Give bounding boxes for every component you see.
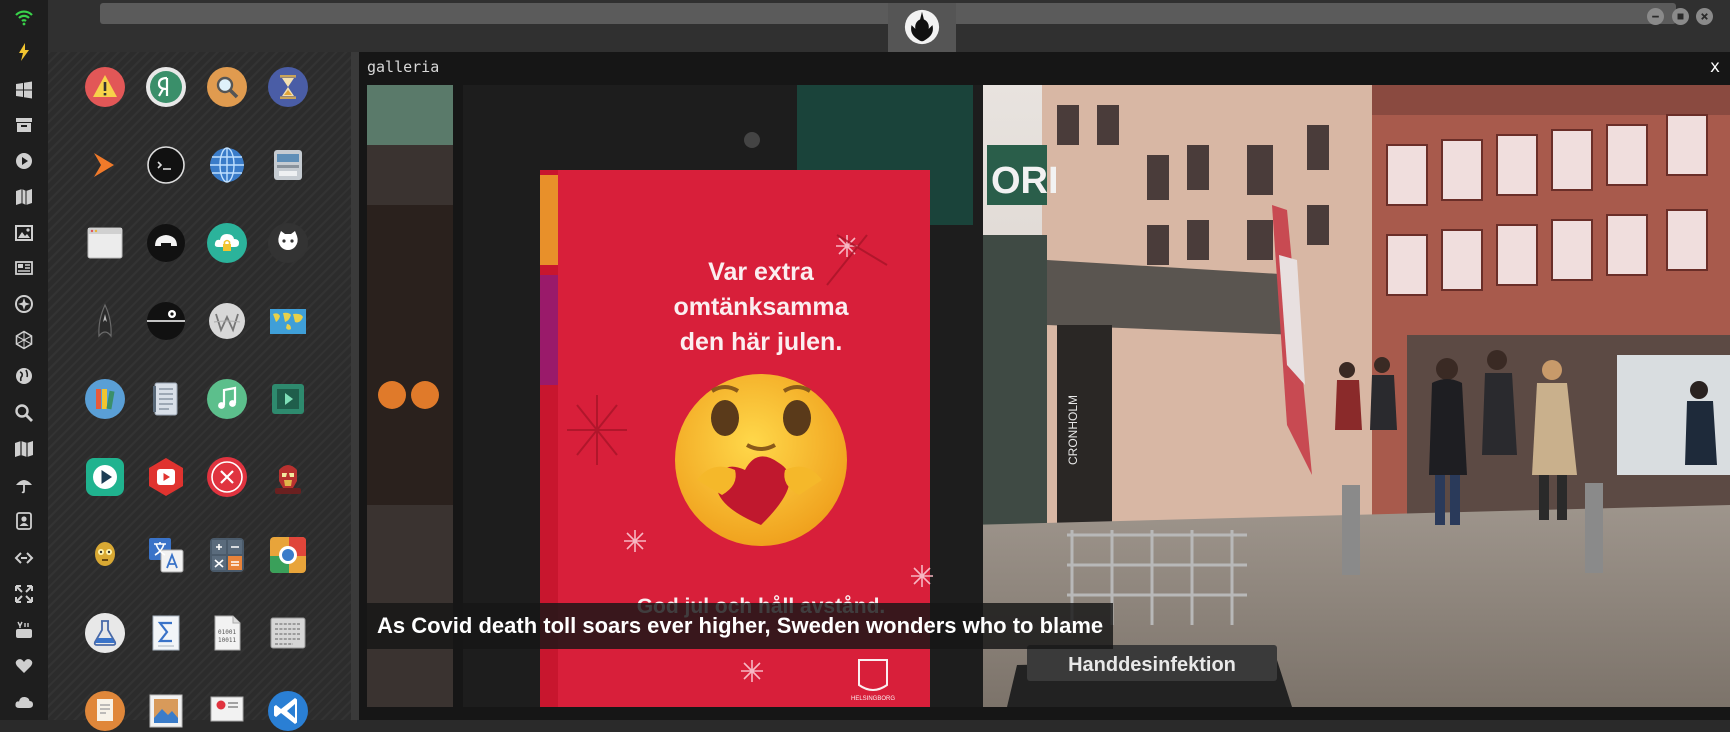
launcher-scroll-edge[interactable] <box>351 52 359 720</box>
hexagon-icon[interactable] <box>12 328 36 352</box>
c3po-icon[interactable] <box>84 534 126 576</box>
svg-text:10011: 10011 <box>218 637 236 644</box>
archive-icon[interactable] <box>12 113 36 137</box>
wikipedia-icon[interactable] <box>206 300 248 342</box>
maximize-button[interactable] <box>1672 8 1689 25</box>
umbrella-icon[interactable] <box>12 473 36 497</box>
document-icon[interactable] <box>84 690 126 732</box>
svg-text:ORI: ORI <box>991 160 1059 202</box>
keyboard-icon[interactable] <box>267 612 309 654</box>
sigma-icon[interactable] <box>145 612 187 654</box>
binary-file-icon[interactable]: 01001 10011 <box>206 612 248 654</box>
code-icon[interactable] <box>12 546 36 570</box>
terminal-icon[interactable] <box>145 144 187 186</box>
yandex-icon[interactable] <box>145 66 187 108</box>
hourglass-icon[interactable] <box>267 66 309 108</box>
books-icon[interactable] <box>84 378 126 420</box>
helmet-icon[interactable] <box>145 222 187 264</box>
vscode-icon[interactable] <box>267 690 309 732</box>
chrome-icon[interactable] <box>267 534 309 576</box>
search-icon[interactable] <box>12 401 36 425</box>
logo-tab[interactable] <box>888 3 956 52</box>
picture-icon[interactable] <box>145 690 187 732</box>
lightning-icon[interactable] <box>12 40 36 64</box>
banner-text: Handdesinfektion <box>1068 654 1236 676</box>
translate-icon[interactable] <box>145 534 187 576</box>
gallery-window: galleria x ORI CRONHOLM Handdesinfektion… <box>359 52 1730 720</box>
cloud-lock-icon[interactable] <box>206 222 248 264</box>
image-icon[interactable] <box>12 221 36 245</box>
iron-man-icon[interactable] <box>267 456 309 498</box>
store-sign: CRONHOLM <box>1066 395 1080 465</box>
flask-icon[interactable] <box>84 612 126 654</box>
top-bar <box>48 0 1730 52</box>
video-icon[interactable] <box>267 378 309 420</box>
windows-icon[interactable] <box>12 78 36 102</box>
world-map-icon[interactable] <box>267 300 309 342</box>
warning-icon[interactable] <box>84 66 126 108</box>
close-button[interactable] <box>1696 8 1713 25</box>
heart-icon[interactable] <box>12 654 36 678</box>
contacts-icon[interactable] <box>12 509 36 533</box>
svg-text:01001: 01001 <box>218 629 236 636</box>
news-icon[interactable] <box>12 256 36 280</box>
play-icon[interactable] <box>12 149 36 173</box>
starfleet-icon[interactable] <box>84 300 126 342</box>
gallery-close-button[interactable]: x <box>1706 54 1724 80</box>
presentation-icon[interactable] <box>206 690 248 732</box>
notebook-icon[interactable] <box>145 378 187 420</box>
globe-icon[interactable] <box>12 364 36 388</box>
window-icon[interactable] <box>84 222 126 264</box>
github-icon[interactable] <box>267 222 309 264</box>
photo-caption: As Covid death toll soars ever higher, S… <box>367 603 1114 649</box>
gallery-title: galleria <box>367 58 440 76</box>
rebel-alliance-icon <box>904 9 940 45</box>
player-icon[interactable] <box>84 456 126 498</box>
wifi-icon[interactable] <box>12 5 36 29</box>
death-star-icon[interactable] <box>145 300 187 342</box>
music-icon[interactable] <box>206 378 248 420</box>
poster-line-2: omtänksamma <box>673 293 849 321</box>
map-book-icon[interactable] <box>12 185 36 209</box>
map-icon[interactable] <box>12 437 36 461</box>
close-circle-icon[interactable] <box>206 456 248 498</box>
magnifier-icon[interactable] <box>206 66 248 108</box>
cloud-icon[interactable] <box>12 690 36 714</box>
poster-line-3: den här julen. <box>680 328 843 356</box>
youtube-app-icon[interactable] <box>145 456 187 498</box>
globe-app-icon[interactable] <box>206 144 248 186</box>
scanner-icon[interactable] <box>267 144 309 186</box>
minimize-button[interactable] <box>1647 8 1664 25</box>
poster-logo-text: HELSINGBORG <box>851 696 895 702</box>
poster-line-1: Var extra <box>708 258 815 286</box>
arrow-right-icon[interactable] <box>84 144 126 186</box>
calculator-icon[interactable] <box>206 534 248 576</box>
youtube-icon[interactable] <box>12 618 36 642</box>
left-dock <box>0 0 48 720</box>
expand-icon[interactable] <box>12 582 36 606</box>
atom-icon[interactable] <box>12 292 36 316</box>
app-launcher: 01001 10011 <box>48 52 351 731</box>
